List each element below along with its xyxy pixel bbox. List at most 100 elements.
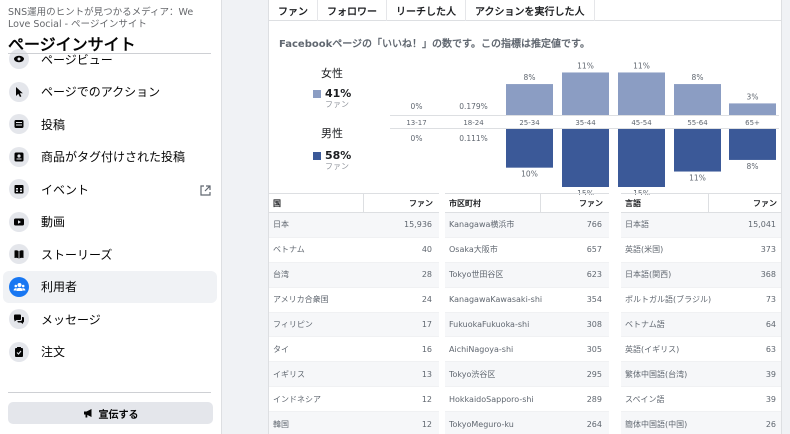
row-name: 台湾 [273, 270, 289, 280]
table-row: 韓国 12 [269, 412, 439, 434]
male-bar[interactable] [674, 129, 721, 172]
row-value: 12 [421, 419, 432, 429]
row-value: 308 [586, 320, 602, 329]
age-gender-chart: 13-17 18-24 25-34 35-44 45-54 55-64 65+ 0% 0.179… [406, 61, 776, 195]
female-data-label: 0% [411, 102, 423, 111]
people-icon [9, 276, 29, 297]
table-row: Kanagawa横浜市 766 [445, 213, 609, 238]
male-bar[interactable] [729, 129, 776, 160]
sidebar-item-orders[interactable]: 注文 [3, 336, 217, 369]
row-name: ポルトガル語(ブラジル) [625, 295, 712, 305]
sidebar-item-tagged-products[interactable]: 商品がタグ付けされた投稿 [3, 141, 217, 174]
row-name: ベトナム語 [625, 320, 665, 329]
row-name: イギリス [273, 369, 305, 379]
calendar-icon [9, 179, 29, 200]
row-name: TokyoMeguro-ku [449, 419, 514, 429]
table-row: TokyoMeguro-ku 264 [445, 412, 609, 434]
row-value: 15,936 [404, 220, 432, 230]
female-bar[interactable] [618, 72, 665, 115]
row-name: Kanagawa横浜市 [449, 220, 515, 230]
video-icon [9, 211, 29, 232]
row-name: 英語(イギリス) [625, 344, 680, 354]
sidebar-item-events[interactable]: イベント [3, 173, 217, 206]
sidebar-item-label: 動画 [41, 215, 66, 230]
external-link-icon[interactable] [199, 182, 212, 201]
column-header[interactable]: ファン [364, 194, 439, 213]
female-bar[interactable] [562, 72, 609, 115]
row-value: 16 [421, 344, 432, 354]
table-row: タイ 16 [269, 337, 439, 363]
sidebar-item-people[interactable]: 利用者 [3, 270, 217, 303]
sidebar-item-label: イベント [41, 182, 90, 197]
row-name: 韓国 [273, 419, 289, 429]
row-name: Tokyo渋谷区 [449, 369, 496, 379]
male-bar[interactable] [506, 129, 553, 168]
table-row: インドネシア 12 [269, 387, 439, 413]
table-row: AichiNagoya-shi 305 [445, 337, 609, 363]
table-row: フィリピン 17 [269, 312, 439, 338]
table-row: 日本語 15,041 [621, 213, 781, 238]
table-body: Kanagawa横浜市 766 Osaka大阪市 657 Tokyo世田谷区 623 Kan… [445, 213, 609, 434]
clipboard-icon [9, 341, 29, 362]
language-table: 言語 ファン 日本語 15,041 英語(米国) 373 日本語(関西) 368 ポルトガル語(… [621, 193, 781, 434]
table-row: Tokyo渋谷区 295 [445, 362, 609, 388]
tagged-product-icon [9, 146, 29, 167]
row-value: 73 [765, 295, 776, 305]
age-tick-label: 13-17 [406, 119, 426, 127]
sidebar-item-stories[interactable]: ストーリーズ [3, 238, 217, 271]
age-tick-label: 45-54 [631, 119, 652, 127]
row-name: アメリカ合衆国 [273, 295, 329, 305]
sidebar-item-posts[interactable]: 投稿 [3, 108, 217, 141]
row-name: HokkaidoSapporo-shi [449, 394, 534, 404]
row-value: 264 [586, 419, 602, 429]
cursor-icon [9, 81, 29, 102]
male-data-label: 8% [747, 162, 759, 171]
female-bar[interactable] [674, 84, 721, 115]
table-body: 日本語 15,041 英語(米国) 373 日本語(関西) 368 ポルトガル語(ブラジル)… [621, 213, 781, 434]
male-data-label: 11% [689, 174, 706, 183]
table-row: 簡体中国語(中国) 26 [621, 412, 781, 434]
female-data-label: 11% [577, 61, 594, 70]
sidebar-item-videos[interactable]: 動画 [3, 206, 217, 239]
promote-button[interactable]: 宣伝する [8, 402, 213, 424]
table-row: ベトナム語 64 [621, 312, 781, 338]
row-name: 英語(米国) [625, 245, 664, 255]
sidebar-item-messages[interactable]: メッセージ [3, 303, 217, 336]
chat-icon [9, 309, 29, 330]
row-name: KanagawaKawasaki-shi [449, 295, 543, 305]
row-name: Osaka大阪市 [449, 245, 498, 255]
column-header[interactable]: 市区町村 [445, 194, 541, 213]
female-bar[interactable] [729, 103, 776, 115]
female-data-label: 3% [747, 92, 759, 101]
row-value: 39 [765, 369, 776, 379]
divider [8, 53, 211, 54]
male-bar[interactable] [618, 129, 665, 187]
table-body: 日本 15,936 ベトナム 40 台湾 28 アメリカ合衆国 24 フィリピン 17 タイ 16 イギ… [269, 213, 439, 434]
sidebar-item-label: 利用者 [41, 280, 78, 295]
sidebar-item-page-actions[interactable]: ページでのアクション [3, 76, 217, 109]
male-data-label: 0% [411, 134, 423, 143]
male-bar[interactable] [562, 129, 609, 187]
promote-label: 宣伝する [98, 409, 139, 421]
breadcrumb[interactable]: SNS運用のヒントが見つかるメディア：We Love Social - ページイ… [8, 7, 214, 31]
table-header: 市区町村 ファン [445, 193, 609, 213]
sidebar: SNS運用のヒントが見つかるメディア：We Love Social - ページイ… [0, 0, 222, 434]
row-name: FukuokaFukuoka-shi [449, 320, 530, 329]
table-header: 国ファン [269, 193, 439, 213]
column-header[interactable]: ファン [541, 194, 609, 213]
table-row: Osaka大阪市 657 [445, 238, 609, 263]
row-name: 簡体中国語(中国) [625, 419, 688, 429]
female-data-label: 8% [692, 73, 704, 82]
female-data-label: 8% [524, 73, 536, 82]
female-bar[interactable] [506, 84, 553, 115]
post-icon [9, 114, 29, 135]
column-header[interactable]: ファン [709, 194, 781, 213]
table-row: FukuokaFukuoka-shi 308 [445, 312, 609, 338]
table-row: 英語(イギリス) 63 [621, 337, 781, 363]
column-header[interactable]: 言語 [621, 194, 709, 213]
sidebar-item-page-views[interactable]: ページビュー [3, 43, 217, 76]
divider [8, 392, 211, 393]
row-value: 39 [765, 394, 776, 404]
insights-card: ファン フォロワー リーチした人 アクションを実行した人 Facebookページ… [268, 0, 782, 434]
column-header[interactable]: 国 [269, 194, 364, 213]
